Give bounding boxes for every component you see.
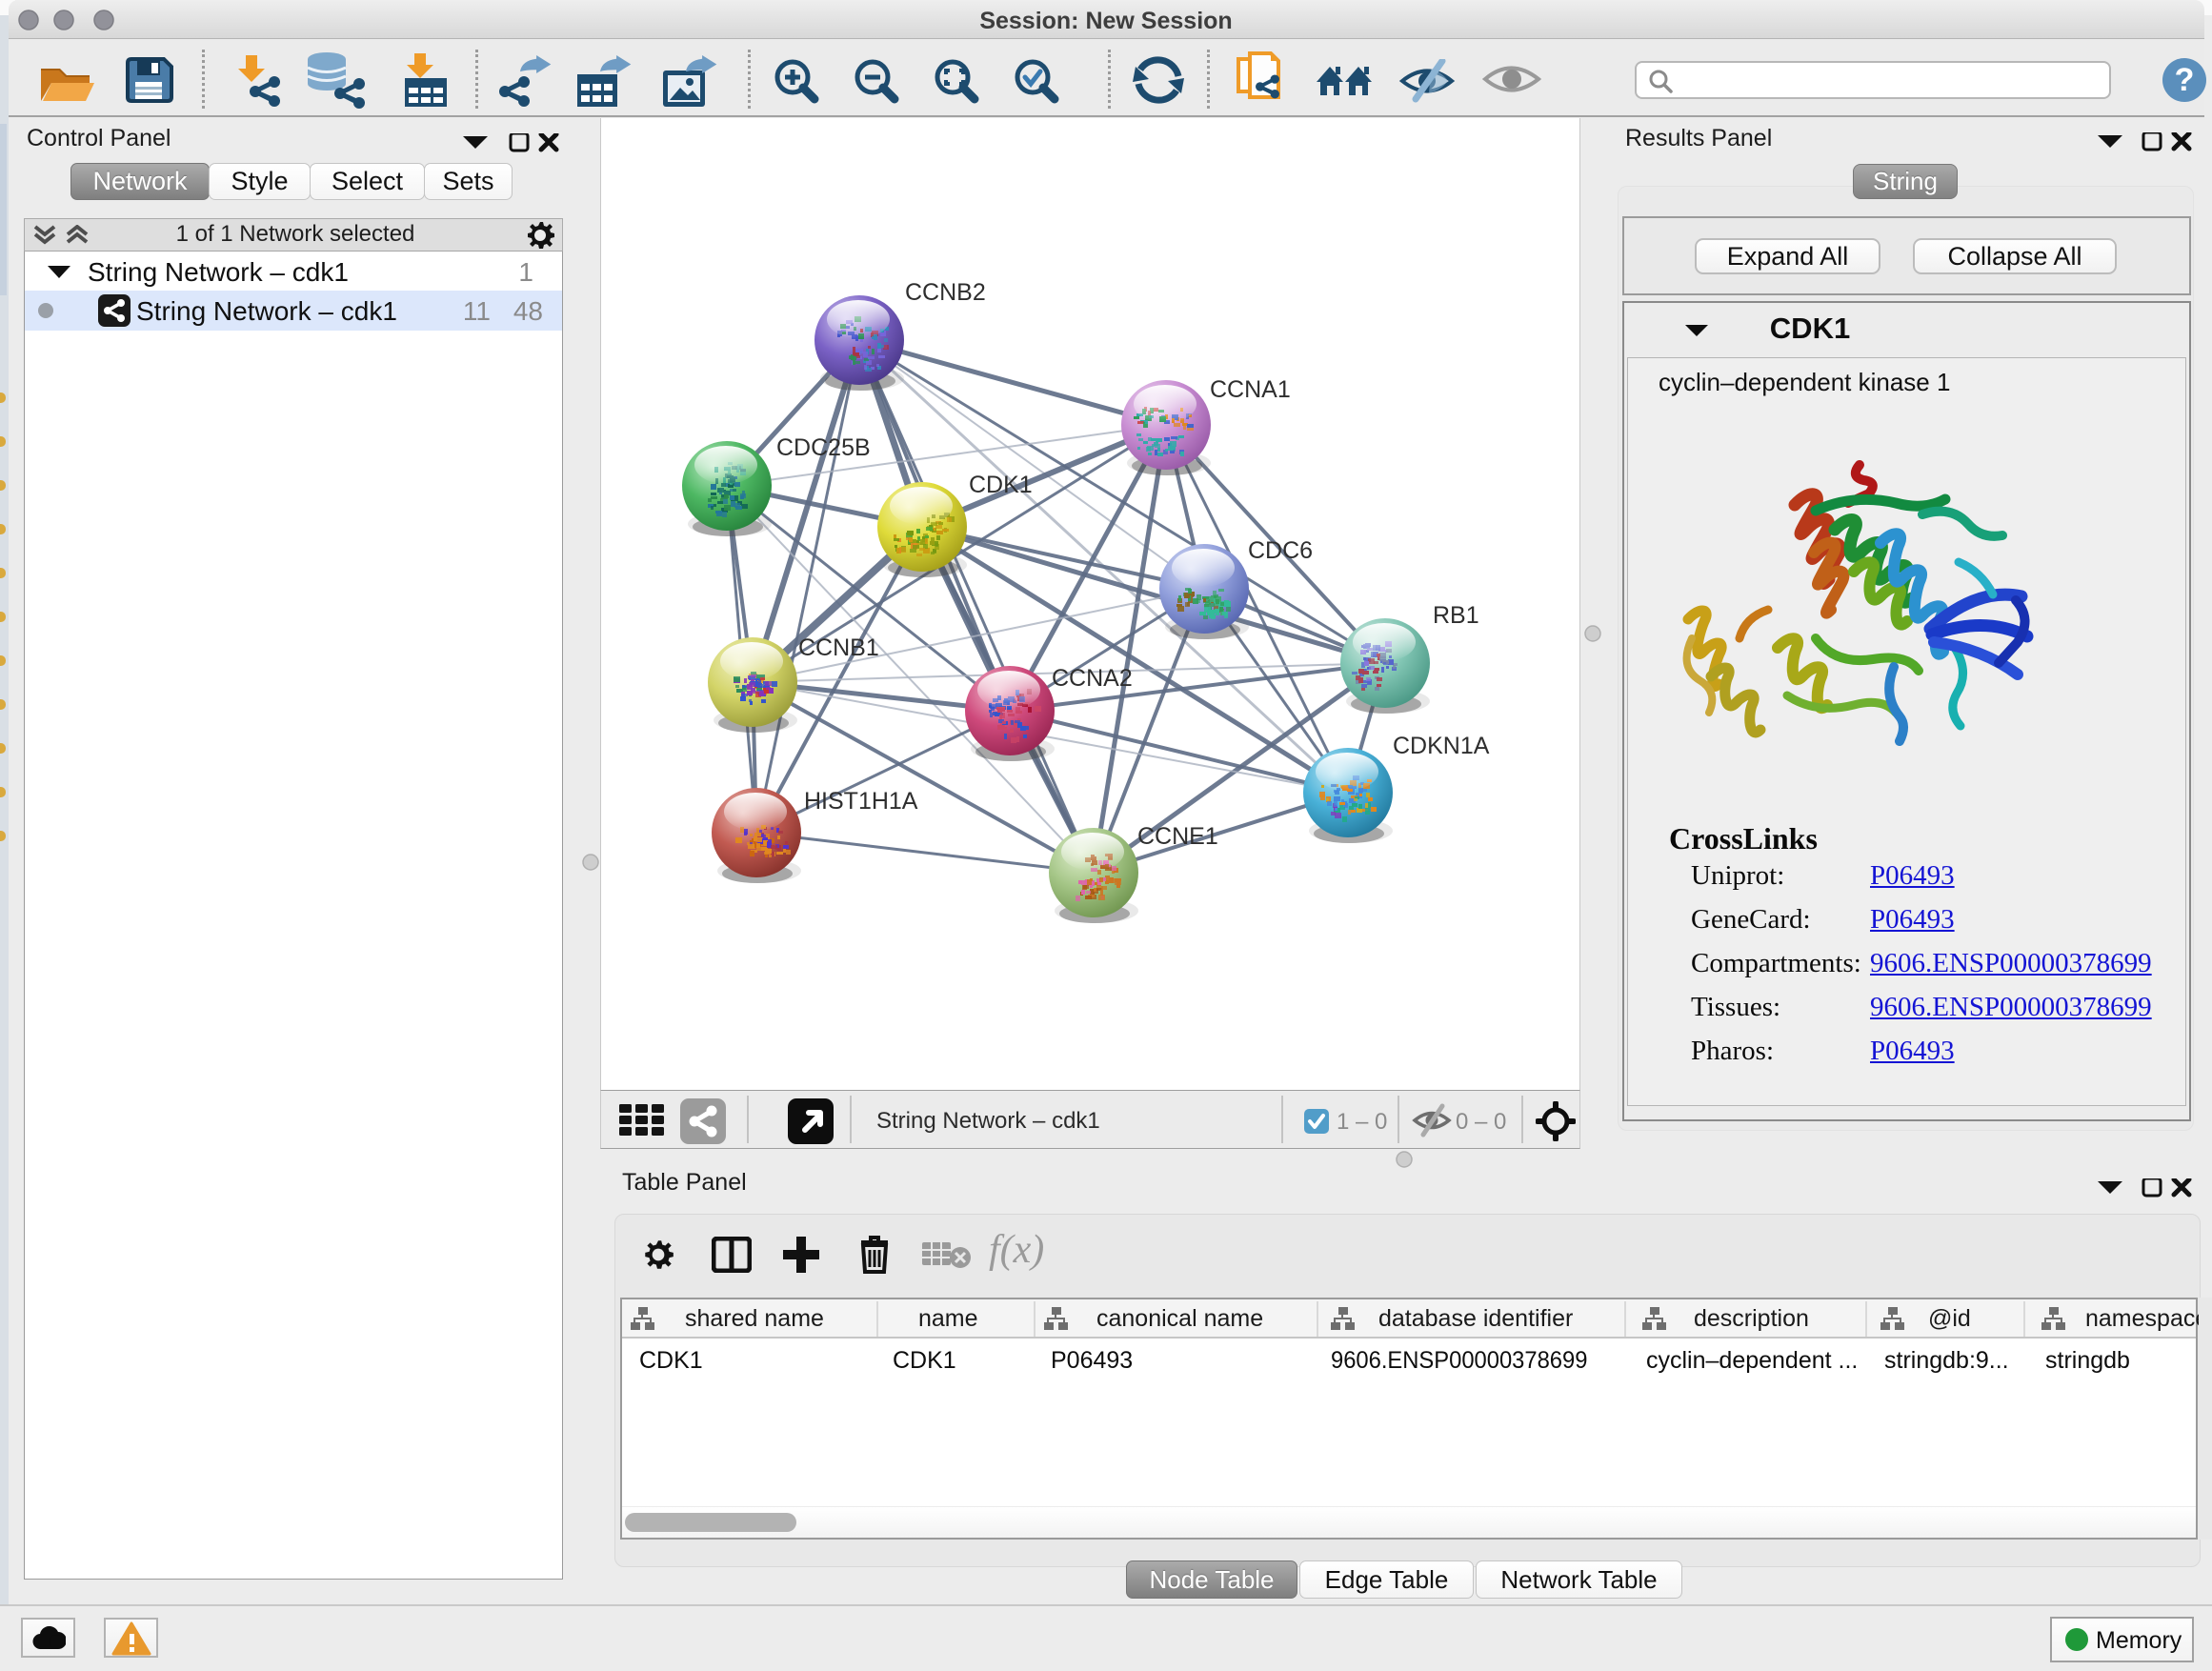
svg-text:CCNB2: CCNB2 <box>905 279 986 306</box>
svg-text:CCNB1: CCNB1 <box>798 634 879 661</box>
svg-text:CDKN1A: CDKN1A <box>1393 733 1490 759</box>
svg-text:CCNA1: CCNA1 <box>1210 376 1291 403</box>
svg-text:CDC6: CDC6 <box>1248 537 1313 564</box>
svg-text:CCNE1: CCNE1 <box>1137 823 1218 850</box>
svg-text:HIST1H1A: HIST1H1A <box>804 788 918 815</box>
svg-text:CDK1: CDK1 <box>969 472 1033 498</box>
svg-text:CDC25B: CDC25B <box>776 434 871 461</box>
svg-text:CCNA2: CCNA2 <box>1052 665 1133 692</box>
svg-text:RB1: RB1 <box>1433 602 1479 629</box>
svg-text:?: ? <box>2175 62 2195 98</box>
